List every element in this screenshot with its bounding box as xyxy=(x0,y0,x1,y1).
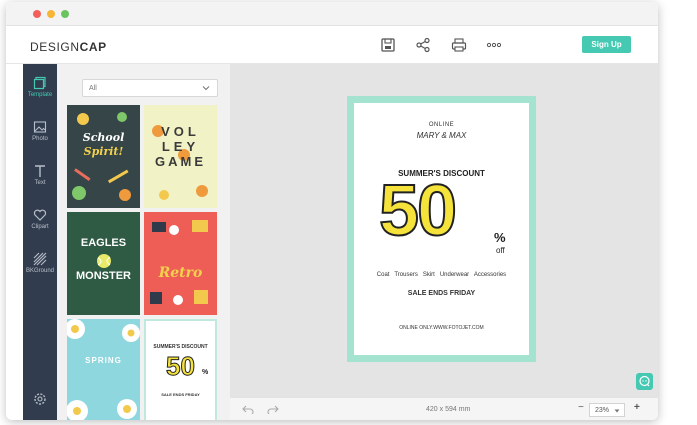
zoom-select[interactable]: 23% xyxy=(589,403,625,417)
chevron-down-icon xyxy=(614,409,620,413)
sidebar-item-text[interactable]: Text xyxy=(23,160,57,200)
template-thumb-summer-discount[interactable]: SUMMER'S DISCOUNT 50 % SALE ENDS FRIDAY xyxy=(144,319,217,420)
more-icon[interactable] xyxy=(486,37,502,53)
poster-big-number: 50 xyxy=(378,171,458,251)
left-sidebar: Template Photo Text Clipart BKGround xyxy=(23,64,57,420)
thumb-percent: % xyxy=(202,369,209,376)
design-canvas[interactable]: ONLINE MARY & MAX SUMMER'S DISCOUNT 50 %… xyxy=(230,64,658,397)
zoom-in-button[interactable]: + xyxy=(634,402,640,413)
template-thumb-retro[interactable]: Retro xyxy=(144,212,217,315)
poster-sale: SALE ENDS FRIDAY xyxy=(407,290,476,297)
sidebar-label-background: BKGround xyxy=(25,268,55,274)
gear-icon[interactable] xyxy=(33,392,47,406)
thumb-title-line1: VOL xyxy=(161,124,200,139)
chat-icon xyxy=(639,375,650,387)
retro-clipart-icon xyxy=(150,220,208,305)
redo-icon[interactable] xyxy=(267,404,279,414)
save-icon[interactable] xyxy=(380,37,396,53)
sidebar-label-template: Template xyxy=(27,92,53,98)
thumb-title-line2: MONSTER xyxy=(76,270,131,282)
thumb-title-line3: GAME xyxy=(155,154,206,169)
sidebar-item-template[interactable]: Template xyxy=(23,72,57,112)
template-thumb-school-spirit[interactable]: School Spirit! xyxy=(67,105,140,208)
chat-button[interactable] xyxy=(636,373,653,390)
print-icon[interactable] xyxy=(451,37,467,53)
filter-value: All xyxy=(89,85,97,92)
chevron-down-icon xyxy=(202,86,210,91)
poster-percent: % xyxy=(494,230,506,245)
logo[interactable]: DESIGNCAP xyxy=(30,40,107,54)
photo-icon xyxy=(33,121,47,133)
undo-icon[interactable] xyxy=(242,404,254,414)
zoom-out-button[interactable]: − xyxy=(578,402,584,413)
sidebar-label-clipart: Clipart xyxy=(31,224,49,230)
close-window-button[interactable] xyxy=(33,10,41,18)
template-thumb-eagles-monster[interactable]: EAGLES MONSTER xyxy=(67,212,140,315)
maximize-window-button[interactable] xyxy=(61,10,69,18)
zoom-value: 23% xyxy=(595,407,610,414)
thumb-footer: SALE ENDS FRIDAY xyxy=(161,392,200,397)
template-thumb-spring[interactable]: SPRING xyxy=(67,319,140,420)
poster-brand: MARY & MAX xyxy=(416,131,467,140)
daisy-flowers-icon xyxy=(67,319,140,420)
app-window: DESIGNCAP Sign Up Template Photo Text Cl… xyxy=(6,2,658,420)
tennis-ball-icon xyxy=(97,254,111,268)
template-icon xyxy=(33,76,46,90)
poster-footer: ONLINE ONLY.WWW.FOTOJET.COM xyxy=(399,325,484,331)
minimize-window-button[interactable] xyxy=(47,10,55,18)
thumb-title-line1: SUMMER'S DISCOUNT xyxy=(153,344,208,350)
template-filter-select[interactable]: All xyxy=(82,79,218,97)
poster[interactable]: ONLINE MARY & MAX SUMMER'S DISCOUNT 50 %… xyxy=(347,96,536,362)
title-bar xyxy=(6,2,658,26)
poster-off: off xyxy=(496,246,505,255)
share-icon[interactable] xyxy=(415,37,431,53)
canvas-size-label: 420 x 594 mm xyxy=(426,406,471,413)
poster-categories: Coat Trousers Skirt Underwear Accessorie… xyxy=(376,272,507,278)
background-icon xyxy=(33,252,47,266)
logo-text-design: DESIGN xyxy=(30,40,80,54)
sidebar-item-clipart[interactable]: Clipart xyxy=(23,204,57,244)
template-panel: All School Spirit! VOL LEY GAME EAGLES M… xyxy=(57,64,230,420)
top-header: DESIGNCAP Sign Up xyxy=(6,26,658,64)
thumb-title-line1: SPRING xyxy=(85,356,122,365)
sidebar-item-background[interactable]: BKGround xyxy=(23,248,57,288)
bottom-bar: 420 x 594 mm − 23% + xyxy=(230,397,658,420)
sidebar-label-text: Text xyxy=(34,180,46,186)
clipart-icon xyxy=(33,209,47,221)
thumb-title-line1: School xyxy=(82,131,125,144)
sidebar-label-photo: Photo xyxy=(32,136,48,142)
thumb-title-line2: Spirit! xyxy=(83,145,124,158)
thumb-title-line2: LEY xyxy=(161,139,200,154)
poster-online: ONLINE xyxy=(428,122,455,128)
thumb-title-line1: Retro xyxy=(158,265,203,281)
sign-up-button[interactable]: Sign Up xyxy=(582,36,631,53)
sidebar-item-photo[interactable]: Photo xyxy=(23,116,57,156)
logo-text-cap: CAP xyxy=(79,40,107,54)
text-icon xyxy=(35,165,45,177)
template-thumb-volley-game[interactable]: VOL LEY GAME xyxy=(144,105,217,208)
thumb-title-line1: EAGLES xyxy=(80,237,127,249)
